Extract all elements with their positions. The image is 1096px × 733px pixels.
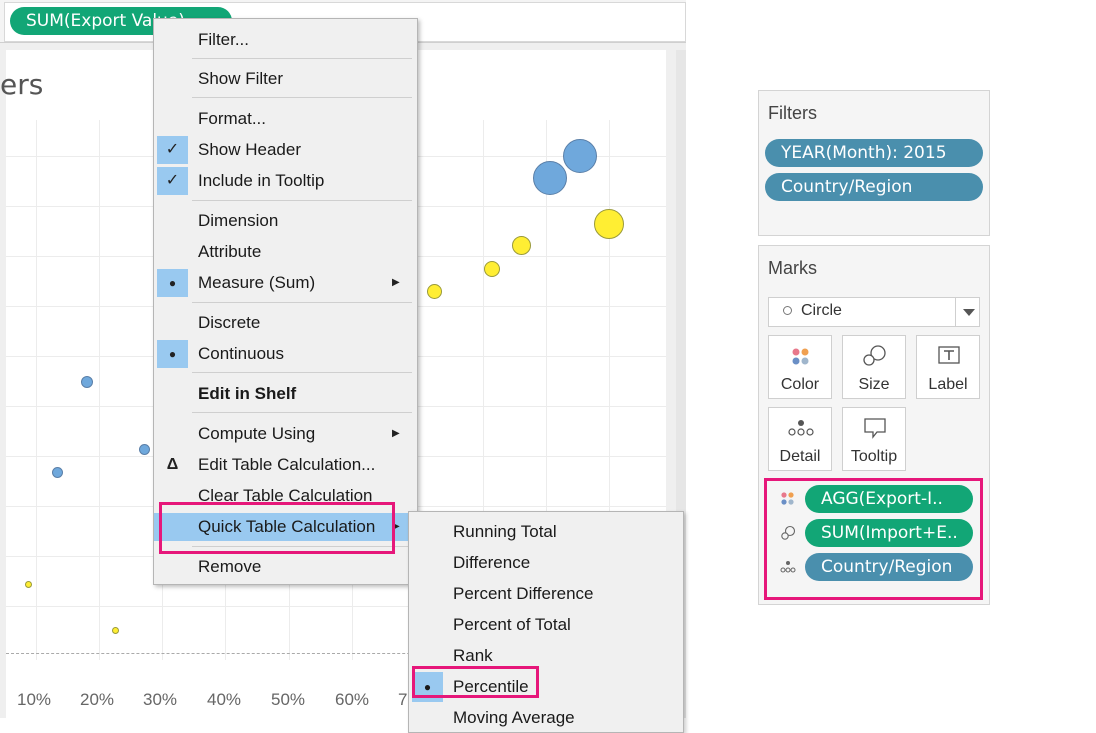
menu-separator — [192, 372, 412, 373]
scatter-mark[interactable] — [139, 444, 150, 455]
menu-item-edit-table-calculation[interactable]: Δ Edit Table Calculation... — [154, 451, 417, 479]
menu-item-continuous[interactable]: ● Continuous — [154, 340, 417, 368]
x-axis-tick: 30% — [143, 690, 178, 709]
submenu-item-moving-average[interactable]: Moving Average — [409, 703, 683, 732]
circle-icon — [783, 306, 792, 315]
label-icon — [938, 346, 960, 364]
marks-tooltip-button[interactable]: Tooltip — [842, 407, 906, 471]
submenu-item-running-total[interactable]: Running Total — [409, 517, 683, 547]
highlight-box-marks-fields — [764, 478, 983, 600]
scatter-mark[interactable] — [594, 209, 624, 239]
highlight-box-percentile — [412, 666, 539, 698]
highlight-box-quick-table-calculation — [159, 502, 395, 554]
marks-detail-button[interactable]: Detail — [768, 407, 832, 471]
x-axis-tick: 20% — [80, 690, 115, 709]
checkmark-icon: ✓ — [165, 172, 180, 189]
menu-item-compute-using[interactable]: Compute Using ▶ — [154, 420, 417, 448]
x-axis-tick: 10% — [17, 690, 52, 709]
filters-card-title: Filters — [768, 103, 817, 123]
mark-type-dropdown[interactable]: Circle — [768, 297, 980, 327]
marks-color-button[interactable]: Color — [768, 335, 832, 399]
menu-item-dimension[interactable]: Dimension — [154, 207, 417, 235]
marks-size-button[interactable]: Size — [842, 335, 906, 399]
menu-item-include-in-tooltip[interactable]: ✓ Include in Tooltip — [154, 167, 417, 195]
menu-item-show-filter[interactable]: Show Filter — [154, 65, 417, 93]
filter-pill-year-month[interactable]: YEAR(Month): 2015 — [765, 139, 983, 167]
menu-item-remove[interactable]: Remove — [154, 553, 417, 581]
submenu-arrow-icon: ▶ — [392, 277, 400, 288]
x-axis-tick: 7 — [398, 690, 408, 709]
chevron-down-icon — [963, 309, 975, 316]
menu-separator — [192, 412, 412, 413]
menu-separator — [192, 58, 412, 59]
view-title: ers — [0, 68, 44, 101]
gridline — [36, 120, 37, 660]
radio-dot-icon: ● — [168, 347, 177, 361]
radio-dot-icon: ● — [168, 276, 177, 290]
menu-item-measure-sum[interactable]: ● Measure (Sum) ▶ — [154, 269, 417, 297]
gridline — [99, 120, 100, 660]
pill-context-menu: Filter... Show Filter Format... ✓ Show H… — [153, 18, 418, 585]
checkmark-icon: ✓ — [165, 141, 180, 158]
scatter-mark[interactable] — [81, 376, 93, 388]
tooltip-icon — [864, 418, 886, 439]
scatter-mark[interactable] — [484, 261, 500, 277]
scatter-mark[interactable] — [512, 236, 531, 255]
marks-card-title: Marks — [768, 258, 817, 278]
scatter-mark[interactable] — [25, 581, 32, 588]
menu-separator — [192, 302, 412, 303]
menu-separator — [192, 200, 412, 201]
size-icon — [863, 345, 886, 366]
quick-table-calculation-submenu: Running Total Difference Percent Differe… — [408, 511, 684, 733]
mark-type-value: Circle — [801, 302, 842, 319]
scatter-mark[interactable] — [52, 467, 63, 478]
dropdown-divider — [955, 298, 956, 326]
delta-icon: Δ — [166, 456, 179, 473]
x-axis-tick: 50% — [271, 690, 306, 709]
marks-label-button[interactable]: Label — [916, 335, 980, 399]
scatter-mark[interactable] — [563, 139, 597, 173]
scatter-mark[interactable] — [112, 627, 119, 634]
submenu-item-difference[interactable]: Difference — [409, 548, 683, 578]
filters-card: Filters YEAR(Month): 2015 Country/Region — [758, 90, 990, 236]
menu-item-attribute[interactable]: Attribute — [154, 238, 417, 266]
detail-icon — [788, 420, 814, 436]
submenu-arrow-icon: ▶ — [392, 428, 400, 439]
submenu-item-percent-of-total[interactable]: Percent of Total — [409, 610, 683, 640]
scatter-mark[interactable] — [533, 161, 567, 195]
menu-item-edit-in-shelf[interactable]: Edit in Shelf — [154, 380, 417, 408]
menu-item-show-header[interactable]: ✓ Show Header — [154, 136, 417, 164]
scatter-mark[interactable] — [427, 284, 442, 299]
x-axis-tick: 40% — [207, 690, 242, 709]
x-axis-tick: 60% — [335, 690, 370, 709]
color-icon — [792, 348, 809, 365]
filter-pill-country-region[interactable]: Country/Region — [765, 173, 983, 201]
menu-item-filter[interactable]: Filter... — [154, 26, 417, 54]
menu-separator — [192, 97, 412, 98]
menu-item-discrete[interactable]: Discrete — [154, 309, 417, 337]
submenu-item-percent-difference[interactable]: Percent Difference — [409, 579, 683, 609]
menu-item-format[interactable]: Format... — [154, 105, 417, 133]
